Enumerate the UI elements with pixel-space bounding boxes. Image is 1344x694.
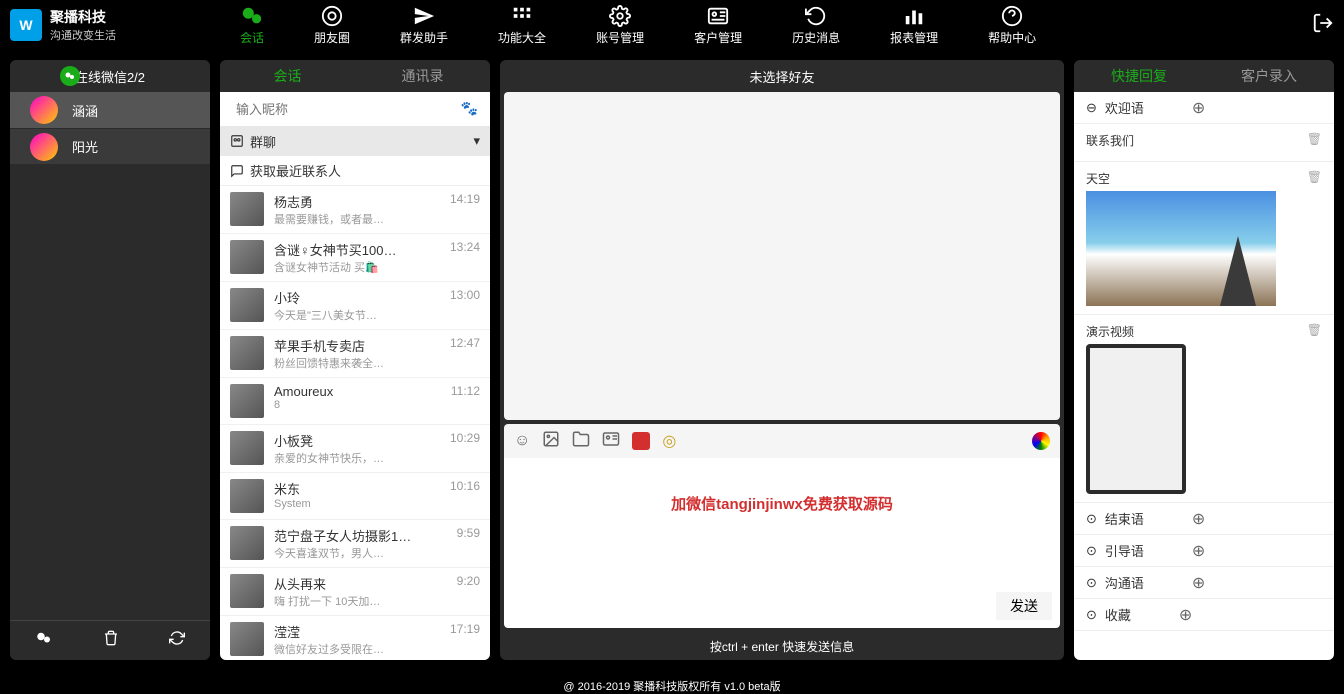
add-icon[interactable]: ⊕ <box>1179 605 1192 625</box>
reply-item-sky[interactable]: 天空 🗑 <box>1074 162 1334 315</box>
logo-icon: W <box>10 9 42 41</box>
red-packet-icon[interactable] <box>632 432 650 450</box>
chat-list-panel: 会话 通讯录 🐾 群聊 ▾ 获取最近联系人 杨志勇最需要赚钱，或者最…14:19… <box>220 60 490 660</box>
section-guide[interactable]: ⊙ 引导语 ⊕ <box>1074 535 1334 567</box>
quick-reply-panel: 快捷回复 客户录入 ⊖ 欢迎语 ⊕ 联系我们 🗑 天空 🗑 <box>1074 60 1334 660</box>
message-toolbar: ☺ ◎ <box>504 424 1060 458</box>
add-icon[interactable]: ⊕ <box>1192 573 1205 593</box>
chat-item[interactable]: 杨志勇最需要赚钱，或者最…14:19 <box>220 186 490 234</box>
refresh-icon[interactable] <box>169 630 185 651</box>
chevron-right-icon: ⊙ <box>1086 543 1097 559</box>
conversation-panel: 未选择好友 ☺ ◎ 加微信tangjinjinwx免费获取源码 发送 按ctrl… <box>500 60 1064 660</box>
copyright-footer: @ 2016-2019 聚播科技版权所有 v1.0 beta版 <box>0 679 1344 693</box>
paw-icon[interactable]: 🐾 <box>461 100 478 117</box>
nav-6[interactable]: 历史消息 <box>792 5 840 46</box>
image-icon[interactable] <box>542 430 560 453</box>
shortcut-hint: 按ctrl + enter 快速发送信息 <box>500 632 1064 660</box>
chat-item[interactable]: 范宁盘子女人坊摄影1…今天喜逢双节，男人…9:59 <box>220 520 490 568</box>
tab-conversations[interactable]: 会话 <box>220 60 355 92</box>
chevron-right-icon: ⊙ <box>1086 607 1097 623</box>
message-input-area[interactable]: 加微信tangjinjinwx免费获取源码 发送 <box>504 458 1060 628</box>
chat-item[interactable]: 小板凳亲爱的女神节快乐，…10:29 <box>220 425 490 473</box>
section-talk[interactable]: ⊙ 沟通语 ⊕ <box>1074 567 1334 599</box>
trash-icon[interactable]: 🗑 <box>1307 170 1322 187</box>
card-icon[interactable] <box>602 430 620 453</box>
wechat-add-icon[interactable] <box>35 629 53 652</box>
nav-8[interactable]: 帮助中心 <box>988 5 1036 46</box>
nav-5[interactable]: 客户管理 <box>694 5 742 46</box>
nav-4[interactable]: 账号管理 <box>596 5 644 46</box>
nav-0[interactable]: 会话 <box>240 5 264 46</box>
nav-2[interactable]: 群发助手 <box>400 5 448 46</box>
conversation-header: 未选择好友 <box>500 60 1064 92</box>
emoji-icon[interactable]: ☺ <box>514 432 530 450</box>
chat-item[interactable]: Amoureux811:12 <box>220 378 490 425</box>
tab-customer-entry[interactable]: 客户录入 <box>1204 60 1334 92</box>
chat-item[interactable]: 苹果手机专卖店粉丝回馈特惠来袭全…12:47 <box>220 330 490 378</box>
chat-item[interactable]: 小玲今天是"三八美女节…13:00 <box>220 282 490 330</box>
top-nav: W 聚播科技 沟通改变生活 会话 朋友圈 群发助手 功能大全 账号管理 客户管理 历史消息 报… <box>0 0 1344 50</box>
section-favorites[interactable]: ⊙ 收藏 ⊕ <box>1074 599 1334 631</box>
trash-icon[interactable]: 🗑 <box>1307 323 1322 340</box>
folder-icon[interactable] <box>572 430 590 453</box>
logo-area: W 聚播科技 沟通改变生活 <box>10 7 210 43</box>
chevron-right-icon: ⊙ <box>1086 511 1097 527</box>
chat-item[interactable]: 从头再来嗨 打扰一下 10天加…9:20 <box>220 568 490 616</box>
logo-title: 聚播科技 <box>50 7 116 27</box>
tab-contacts[interactable]: 通讯录 <box>355 60 490 92</box>
nav-1[interactable]: 朋友圈 <box>314 5 350 46</box>
send-button[interactable]: 发送 <box>996 592 1052 620</box>
chevron-right-icon: ⊙ <box>1086 575 1097 591</box>
section-welcome[interactable]: ⊖ 欢迎语 ⊕ <box>1074 92 1334 124</box>
chat-item[interactable]: 含谜♀女神节买100…含谜女神节活动 买🛍️13:24 <box>220 234 490 282</box>
chat-item[interactable]: 滢滢微信好友过多受限在…17:19 <box>220 616 490 660</box>
nav-3[interactable]: 功能大全 <box>498 5 546 46</box>
message-area <box>504 92 1060 420</box>
recent-contacts-header[interactable]: 获取最近联系人 <box>220 156 490 186</box>
logo-subtitle: 沟通改变生活 <box>50 27 116 43</box>
chevron-down-icon: ⊖ <box>1086 100 1097 116</box>
account-item[interactable]: 阳光 <box>10 128 210 164</box>
tab-quick-reply[interactable]: 快捷回复 <box>1074 60 1204 92</box>
reply-item-video[interactable]: 演示视频 🗑 <box>1074 315 1334 503</box>
reply-video-thumbnail <box>1086 344 1186 494</box>
chat-item[interactable]: 米东System10:16 <box>220 473 490 520</box>
coin-icon[interactable]: ◎ <box>662 431 676 451</box>
group-chat-header[interactable]: 群聊 ▾ <box>220 126 490 156</box>
section-closing[interactable]: ⊙ 结束语 ⊕ <box>1074 503 1334 535</box>
watermark-text: 加微信tangjinjinwx免费获取源码 <box>671 493 893 514</box>
accounts-panel: 在线微信2/2 涵涵阳光 <box>10 60 210 660</box>
nav-7[interactable]: 报表管理 <box>890 5 938 46</box>
trash-icon[interactable] <box>103 630 119 651</box>
wechat-icon <box>60 66 80 86</box>
account-item[interactable]: 涵涵 <box>10 92 210 128</box>
add-icon[interactable]: ⊕ <box>1192 541 1205 561</box>
accounts-header: 在线微信2/2 <box>10 60 210 92</box>
color-picker-icon[interactable] <box>1032 432 1050 450</box>
add-icon[interactable]: ⊕ <box>1192 509 1205 529</box>
search-input[interactable] <box>228 97 482 121</box>
reply-item-contact[interactable]: 联系我们 🗑 <box>1074 124 1334 162</box>
trash-icon[interactable]: 🗑 <box>1307 132 1322 149</box>
add-icon[interactable]: ⊕ <box>1192 98 1205 118</box>
accounts-toolbar <box>10 620 210 660</box>
reply-image-thumbnail <box>1086 191 1276 306</box>
logout-button[interactable] <box>1312 12 1334 39</box>
